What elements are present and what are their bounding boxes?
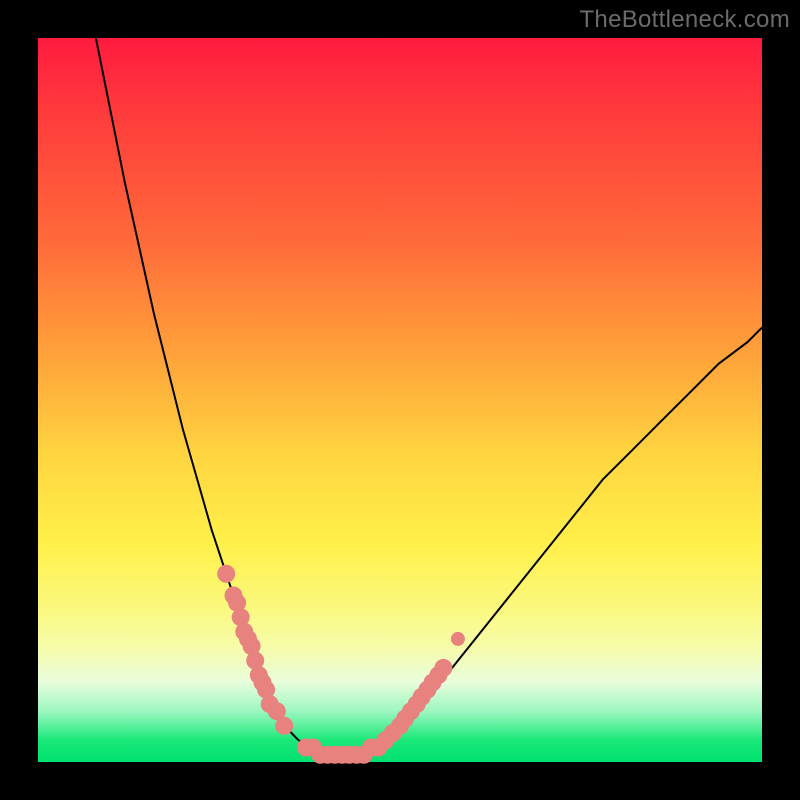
marker-dot	[434, 659, 452, 677]
chart-frame: TheBottleneck.com	[0, 0, 800, 800]
marker-dot	[217, 565, 235, 583]
marker-dot	[451, 632, 465, 646]
plot-area	[38, 38, 762, 762]
marker-group	[217, 565, 465, 764]
watermark-text: TheBottleneck.com	[579, 6, 790, 34]
chart-svg	[38, 38, 762, 762]
marker-dot	[275, 717, 293, 735]
bottleneck-curve	[96, 38, 762, 755]
